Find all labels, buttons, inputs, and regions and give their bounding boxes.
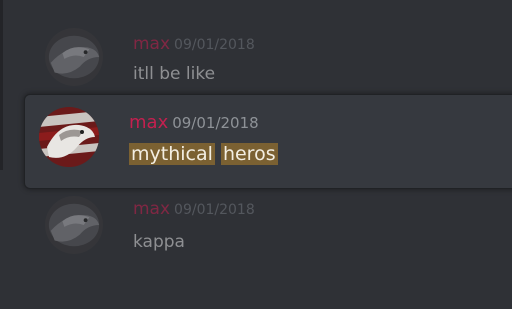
chat-message[interactable]: max 09/01/2018 kappa	[0, 196, 512, 258]
message-header: max 09/01/2018	[129, 112, 259, 133]
timestamp: 09/01/2018	[174, 202, 255, 218]
timestamp: 09/01/2018	[172, 114, 259, 132]
message-header: max 09/01/2018	[133, 199, 255, 219]
username[interactable]: max	[133, 34, 170, 54]
chat-message-highlighted[interactable]: max 09/01/2018 mythical heros	[0, 104, 512, 174]
user-avatar[interactable]	[39, 107, 99, 167]
username[interactable]: max	[133, 199, 170, 219]
hawk-avatar-icon	[39, 107, 99, 167]
hawk-avatar-icon	[45, 196, 103, 254]
username[interactable]: max	[129, 112, 168, 133]
hawk-avatar-icon	[45, 28, 103, 86]
message-header: max 09/01/2018	[133, 34, 255, 54]
message-content: itll be like	[133, 64, 216, 84]
user-avatar[interactable]	[45, 28, 103, 86]
message-content: kappa	[133, 232, 185, 252]
search-highlight: mythical	[129, 143, 215, 165]
timestamp: 09/01/2018	[174, 37, 255, 53]
chat-message[interactable]: max 09/01/2018 itll be like	[0, 28, 512, 90]
search-highlight: heros	[220, 143, 278, 165]
user-avatar[interactable]	[45, 196, 103, 254]
message-content: mythical heros	[129, 143, 278, 165]
